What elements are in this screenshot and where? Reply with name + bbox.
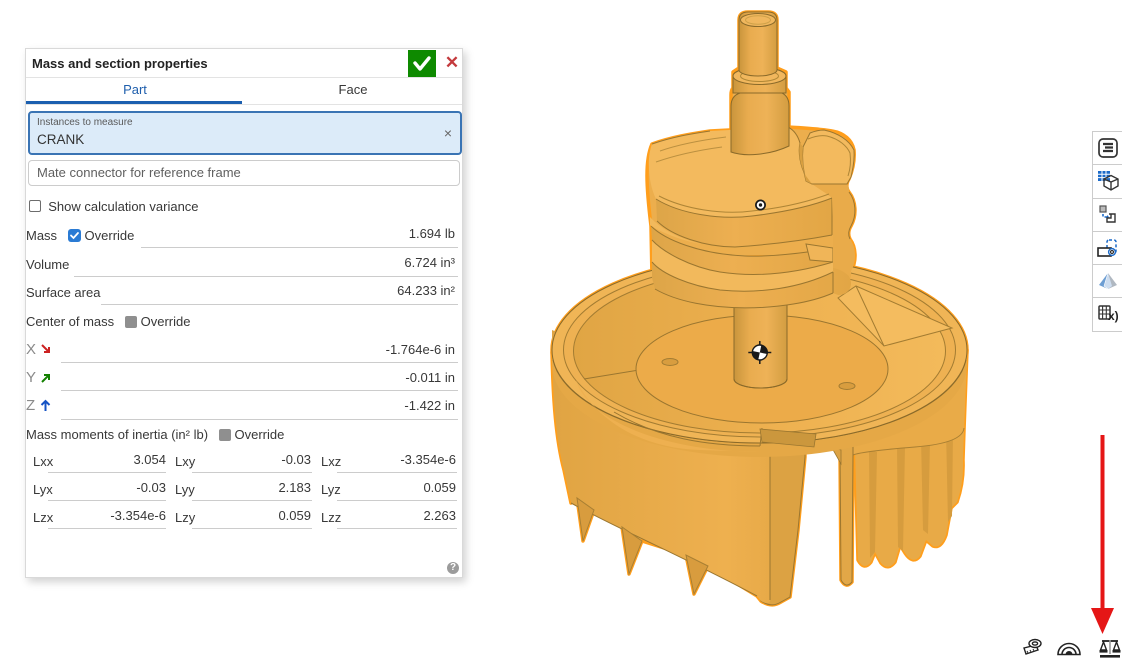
svg-text:x): x): [1108, 309, 1119, 323]
